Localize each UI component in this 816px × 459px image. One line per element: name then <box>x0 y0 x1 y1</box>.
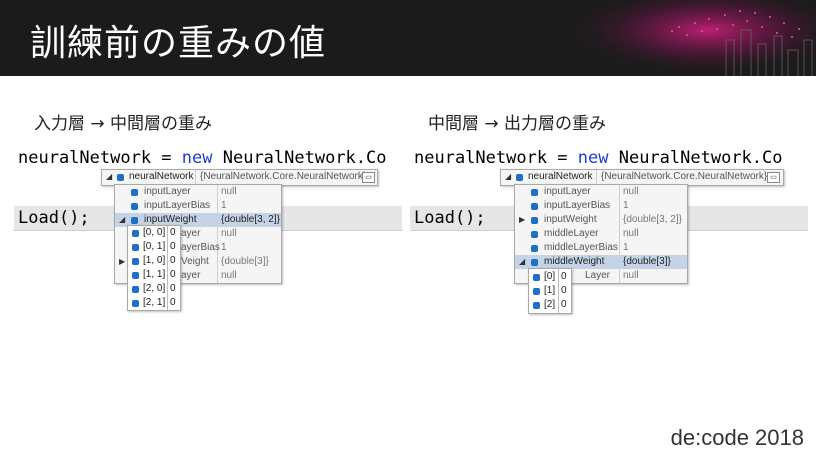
field-icon <box>131 243 140 252</box>
left-section-label: 入力層 → 中間層の重み <box>34 114 213 134</box>
expand-arrow-icon[interactable]: ▶ <box>119 255 125 269</box>
event-footer: de:code 2018 <box>670 425 804 450</box>
code-variable: neuralNetwork <box>18 148 152 168</box>
field-icon <box>130 216 139 225</box>
field-icon <box>130 188 139 197</box>
collapse-arrow-icon[interactable]: ◢ <box>119 213 125 227</box>
collapse-arrow-icon[interactable]: ◢ <box>505 172 511 181</box>
expand-arrow-icon[interactable]: ▶ <box>519 213 525 227</box>
member-row[interactable]: inputLayer null <box>515 185 687 199</box>
pin-icon[interactable]: ▭ <box>362 172 375 183</box>
root-name: neuralNetwork <box>129 171 194 182</box>
field-icon <box>131 257 140 266</box>
field-icon <box>116 173 125 182</box>
field-icon <box>530 258 539 267</box>
field-icon <box>530 244 539 253</box>
field-icon <box>515 173 524 182</box>
root-value: {NeuralNetwork.Core.NeuralNetwork} <box>601 171 768 182</box>
code-equals: = <box>151 148 182 168</box>
field-icon <box>532 287 541 296</box>
field-icon <box>131 229 140 238</box>
member-row-selected[interactable]: ◢ middleWeight {double[3]} <box>515 255 687 269</box>
right-array-elements: [0] 0 [1] 0 [2] 0 <box>528 268 572 314</box>
field-icon <box>131 271 140 280</box>
member-row[interactable]: inputLayerBias 1 <box>515 199 687 213</box>
right-code-line: neuralNetwork = new NeuralNetwork.Co <box>414 148 783 168</box>
field-icon <box>130 202 139 211</box>
member-row[interactable]: inputLayer null <box>115 185 281 199</box>
root-value: {NeuralNetwork.Core.NeuralNetwork} <box>200 171 367 182</box>
right-section-label: 中間層 → 出力層の重み <box>428 114 607 134</box>
left-code-line: neuralNetwork = new NeuralNetwork.Co <box>18 148 387 168</box>
member-row[interactable]: inputLayerBias 1 <box>115 199 281 213</box>
root-name: neuralNetwork <box>528 171 593 182</box>
code-keyword-new: new <box>181 148 213 168</box>
code-equals: = <box>547 148 578 168</box>
left-load-call: Load(); <box>18 208 90 228</box>
city-skyline-graphic <box>576 0 816 76</box>
field-icon <box>530 230 539 239</box>
field-icon <box>532 301 541 310</box>
field-icon <box>530 216 539 225</box>
member-row[interactable]: middleLayerBias 1 <box>515 241 687 255</box>
field-icon <box>530 188 539 197</box>
collapse-arrow-icon[interactable]: ◢ <box>106 172 112 181</box>
field-icon <box>532 273 541 282</box>
left-array-elements: [0, 0] 0 [0, 1] 0 [1, 0] 0 [1, 1] 0 [2, … <box>127 225 181 311</box>
code-variable: neuralNetwork <box>414 148 548 168</box>
collapse-arrow-icon[interactable]: ◢ <box>519 255 525 269</box>
field-icon <box>530 202 539 211</box>
member-row[interactable]: middleLayer null <box>515 227 687 241</box>
member-row[interactable]: ▶ inputWeight {double[3, 2]} <box>515 213 687 227</box>
pin-icon[interactable]: ▭ <box>767 172 780 183</box>
code-type: NeuralNetwork.Co <box>212 148 387 168</box>
code-keyword-new: new <box>577 148 609 168</box>
slide-header: 訓練前の重みの値 <box>0 0 816 76</box>
right-load-call: Load(); <box>414 208 486 228</box>
field-icon <box>131 285 140 294</box>
code-type: NeuralNetwork.Co <box>608 148 783 168</box>
field-icon <box>131 299 140 308</box>
slide-title: 訓練前の重みの値 <box>30 23 327 64</box>
